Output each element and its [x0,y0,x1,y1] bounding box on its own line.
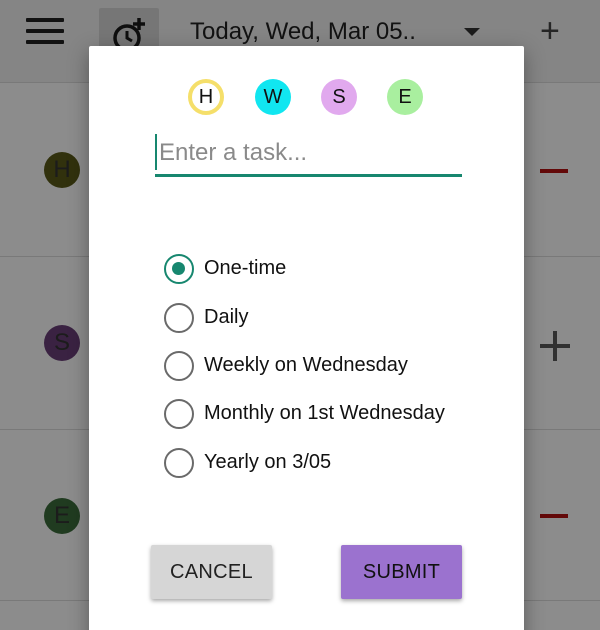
category-chip-s[interactable]: S [321,79,357,115]
recurrence-label: Monthly on 1st Wednesday [204,402,445,424]
radio-button[interactable] [164,303,194,333]
radio-button[interactable] [164,448,194,478]
radio-button[interactable] [164,351,194,381]
category-chip-w[interactable]: W [255,79,291,115]
radio-button[interactable] [164,254,194,284]
text-cursor [155,134,157,170]
recurrence-label: Yearly on 3/05 [204,451,332,473]
submit-button[interactable]: SUBMIT [341,545,462,599]
category-chip-e[interactable]: E [387,79,423,115]
cancel-button[interactable]: CANCEL [151,545,272,599]
add-task-dialog: H W S E One-time Daily Weekly on Wednesd… [89,46,524,630]
recurrence-label: Daily [204,306,249,328]
category-chip-h[interactable]: H [188,79,224,115]
recurrence-label: One-time [204,257,287,279]
radio-button[interactable] [164,399,194,429]
task-input[interactable] [155,132,462,177]
recurrence-label: Weekly on Wednesday [204,354,408,376]
